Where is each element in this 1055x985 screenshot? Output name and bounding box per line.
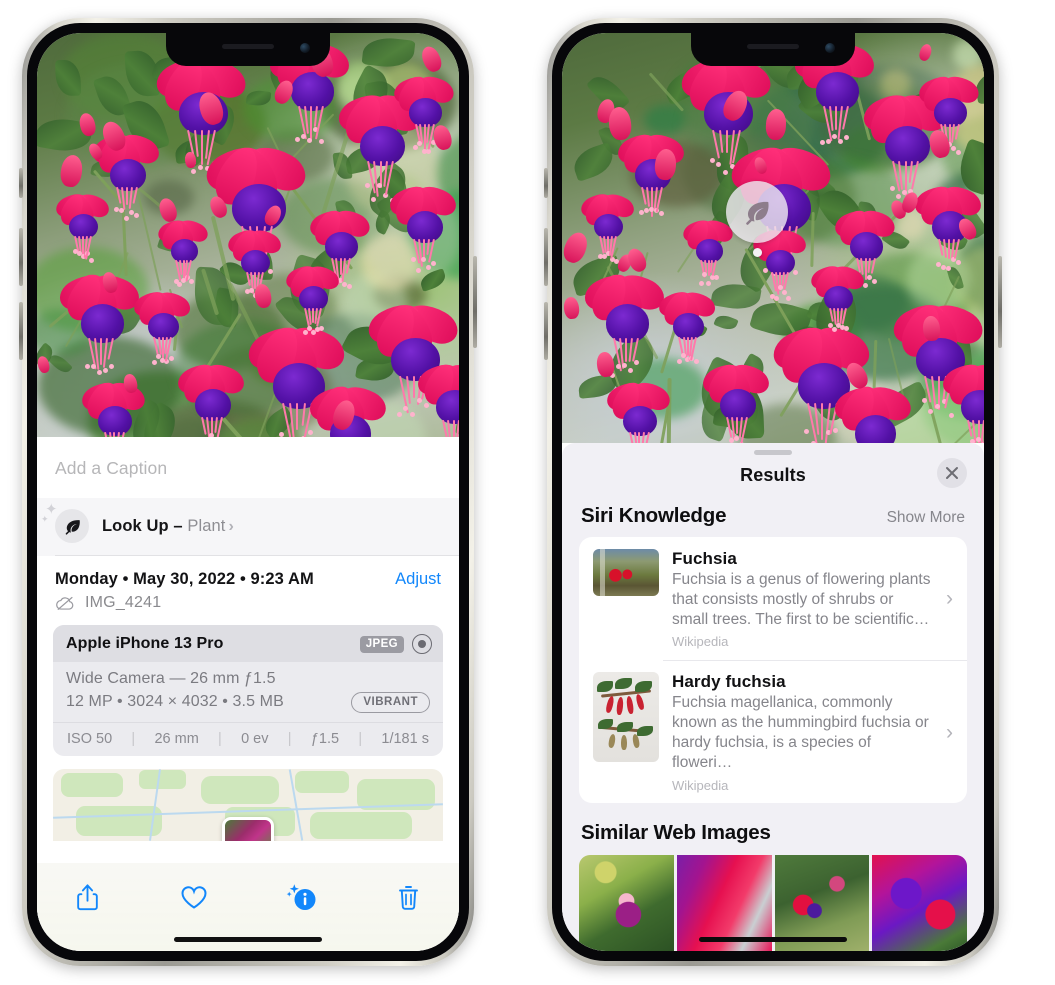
similar-web-images-header: Similar Web Images	[562, 803, 984, 855]
caption-field[interactable]: Add a Caption	[37, 437, 459, 498]
mute-switch[interactable]	[19, 168, 23, 198]
photo-date: Monday • May 30, 2022 • 9:23 AM	[55, 570, 314, 588]
stat-aperture: ƒ1.5	[310, 730, 340, 747]
mute-switch-right[interactable]	[544, 168, 548, 198]
results-title: Results	[740, 464, 806, 485]
result-description: Fuchsia magellanica, commonly known as t…	[672, 694, 929, 771]
look-up-row[interactable]: ✦ ✦ Look Up – Plant ›	[37, 498, 459, 556]
file-row: IMG_4241	[37, 591, 459, 625]
volume-down-button[interactable]	[19, 302, 23, 360]
look-up-dash: –	[168, 516, 188, 535]
size-info-row: 12 MP • 3024 × 4032 • 3.5 MB VIBRANT	[66, 692, 430, 713]
phone-left-screen: Add a Caption ✦ ✦ Look Up – Plant › Monda	[37, 33, 459, 951]
power-button[interactable]	[473, 256, 477, 348]
screenshot-stage: Add a Caption ✦ ✦ Look Up – Plant › Monda	[0, 0, 1055, 985]
siri-knowledge-header: Siri Knowledge Show More	[562, 500, 984, 537]
results-header: Results	[562, 455, 984, 500]
stat-shutter: 1/181 s	[381, 730, 429, 747]
notch-right	[691, 33, 855, 66]
result-title: Hardy fuchsia	[672, 672, 786, 692]
volume-up-button-right[interactable]	[544, 228, 548, 286]
chevron-right-icon: ›	[946, 720, 953, 744]
visual-lookup-badge[interactable]	[726, 181, 788, 243]
stat-sep-1: |	[131, 730, 136, 747]
metadata-row: Monday • May 30, 2022 • 9:23 AM Adjust	[37, 556, 459, 591]
look-up-label: Look Up – Plant ›	[102, 517, 234, 536]
trash-icon[interactable]	[389, 877, 429, 917]
share-icon[interactable]	[67, 877, 107, 917]
adjust-button[interactable]: Adjust	[395, 570, 441, 589]
notch	[166, 33, 330, 66]
stat-focal: 26 mm	[154, 730, 199, 747]
sparkle-icon-small: ✦	[41, 514, 49, 524]
phone-left-bezel: Add a Caption ✦ ✦ Look Up – Plant › Monda	[27, 23, 469, 961]
info-sparkle-icon[interactable]	[282, 877, 322, 917]
visual-lookup-dot	[753, 248, 762, 257]
phone-right-screen: Results Siri Knowledge Show More Fuchsia…	[562, 33, 984, 951]
stat-sep-3: |	[287, 730, 292, 747]
exif-stats: ISO 50 | 26 mm | 0 ev | ƒ1.5 | 1/181 s	[53, 721, 443, 756]
stat-ev: 0 ev	[241, 730, 269, 747]
exif-card[interactable]: Apple iPhone 13 Pro JPEG Wide Camera — 2…	[53, 625, 443, 756]
home-indicator-right[interactable]	[699, 937, 847, 942]
exif-header: Apple iPhone 13 Pro JPEG	[53, 625, 443, 662]
look-up-text: Look Up	[102, 516, 169, 535]
look-up-kind: Plant	[187, 516, 226, 535]
sparkle-icon-large: ✦	[45, 501, 58, 518]
photo-viewer[interactable]	[37, 33, 459, 437]
result-source: Wikipedia	[672, 634, 729, 650]
phone-left: Add a Caption ✦ ✦ Look Up – Plant › Monda	[19, 18, 477, 966]
result-text: Fuchsia Fuchsia is a genus of flowering …	[672, 549, 933, 649]
cloud-slash-icon	[56, 596, 74, 610]
earpiece-speaker-right	[747, 44, 799, 49]
list-item[interactable]: Hardy fuchsia Fuchsia magellanica, commo…	[579, 660, 967, 803]
chevron-right-icon: ›	[946, 587, 953, 611]
location-map[interactable]	[53, 768, 443, 841]
exif-body: Wide Camera — 26 mm ƒ1.5 12 MP • 3024 × …	[53, 662, 443, 722]
heart-icon[interactable]	[174, 877, 214, 917]
leaf-icon-badge	[746, 201, 769, 225]
file-name: IMG_4241	[85, 594, 162, 611]
stat-iso: ISO 50	[67, 730, 113, 747]
exif-header-right: JPEG	[359, 634, 432, 654]
photo-viewer-right[interactable]	[562, 33, 984, 443]
power-button-right[interactable]	[998, 256, 1002, 348]
leaf-badge: ✦ ✦	[41, 502, 89, 543]
results-sheet: Results Siri Knowledge Show More Fuchsia…	[562, 443, 984, 951]
photographic-style-badge: VIBRANT	[351, 692, 430, 713]
chevron-right-icon: ›	[228, 517, 234, 535]
result-thumbnail	[593, 548, 659, 596]
result-description: Fuchsia is a genus of flowering plants t…	[672, 570, 931, 628]
web-image-thumbnail[interactable]	[579, 855, 674, 951]
camera-device: Apple iPhone 13 Pro	[66, 635, 224, 652]
front-camera-right	[825, 43, 835, 53]
result-title: Fuchsia	[672, 548, 737, 568]
volume-down-button-right[interactable]	[544, 302, 548, 360]
front-camera	[300, 43, 310, 53]
map-photo-pin	[222, 816, 274, 841]
close-icon[interactable]	[937, 457, 967, 488]
aperture-icon	[412, 634, 432, 654]
phone-right: Results Siri Knowledge Show More Fuchsia…	[544, 18, 1002, 966]
lens-info: Wide Camera — 26 mm ƒ1.5	[66, 670, 276, 687]
list-item[interactable]: Fuchsia Fuchsia is a genus of flowering …	[579, 537, 967, 660]
home-indicator[interactable]	[174, 937, 322, 942]
volume-up-button[interactable]	[19, 228, 23, 286]
earpiece-speaker	[222, 44, 274, 49]
leaf-icon	[65, 519, 80, 535]
siri-knowledge-title: Siri Knowledge	[581, 503, 727, 527]
web-image-thumbnail[interactable]	[872, 855, 967, 951]
format-badge: JPEG	[359, 635, 404, 653]
phone-right-bezel: Results Siri Knowledge Show More Fuchsia…	[552, 23, 994, 961]
show-more-button[interactable]: Show More	[887, 509, 965, 527]
stat-sep-2: |	[218, 730, 222, 747]
size-info: 12 MP • 3024 × 4032 • 3.5 MB	[66, 693, 284, 711]
result-source: Wikipedia	[672, 777, 729, 793]
siri-knowledge-card: Fuchsia Fuchsia is a genus of flowering …	[579, 536, 967, 804]
result-thumbnail	[593, 672, 659, 763]
similar-web-images-title: Similar Web Images	[581, 821, 771, 845]
result-text: Hardy fuchsia Fuchsia magellanica, commo…	[672, 672, 933, 792]
stat-sep-4: |	[358, 730, 363, 747]
